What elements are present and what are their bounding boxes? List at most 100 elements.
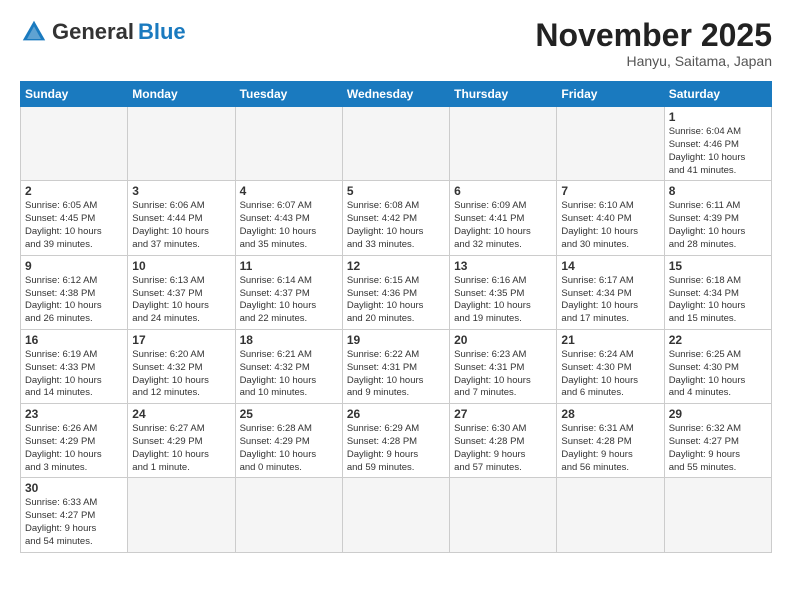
day-cell: 24 Sunrise: 6:27 AM Sunset: 4:29 PM Dayli…: [128, 404, 235, 478]
logo-icon: [20, 18, 48, 46]
week-row-4: 23 Sunrise: 6:26 AM Sunset: 4:29 PM Dayli…: [21, 404, 772, 478]
day-number: 5: [347, 184, 445, 198]
day-cell: [128, 478, 235, 552]
day-cell: 16 Sunrise: 6:19 AM Sunset: 4:33 PM Dayli…: [21, 329, 128, 403]
day-cell: [557, 478, 664, 552]
week-row-5: 30 Sunrise: 6:33 AM Sunset: 4:27 PM Dayli…: [21, 478, 772, 552]
day-cell: 28 Sunrise: 6:31 AM Sunset: 4:28 PM Dayli…: [557, 404, 664, 478]
day-info: Sunrise: 6:28 AM Sunset: 4:29 PM Dayligh…: [240, 423, 338, 474]
day-number: 2: [25, 184, 123, 198]
logo: GeneralBlue: [20, 18, 186, 46]
logo-text-general: General: [52, 19, 134, 45]
day-info: Sunrise: 6:31 AM Sunset: 4:28 PM Dayligh…: [561, 423, 659, 474]
day-info: Sunrise: 6:10 AM Sunset: 4:40 PM Dayligh…: [561, 200, 659, 251]
day-number: 4: [240, 184, 338, 198]
day-cell: 15Sunrise: 6:18 AM Sunset: 4:34 PM Dayli…: [664, 255, 771, 329]
day-info: Sunrise: 6:21 AM Sunset: 4:32 PM Dayligh…: [240, 349, 338, 400]
day-number: 13: [454, 259, 552, 273]
day-cell: 20 Sunrise: 6:23 AM Sunset: 4:31 PM Dayli…: [450, 329, 557, 403]
day-number: 8: [669, 184, 767, 198]
header-friday: Friday: [557, 82, 664, 107]
day-cell: [342, 107, 449, 181]
day-info: Sunrise: 6:29 AM Sunset: 4:28 PM Dayligh…: [347, 423, 445, 474]
header: GeneralBlue November 2025 Hanyu, Saitama…: [20, 18, 772, 69]
day-number: 25: [240, 407, 338, 421]
day-cell: 4 Sunrise: 6:07 AM Sunset: 4:43 PM Daylig…: [235, 181, 342, 255]
day-number: 18: [240, 333, 338, 347]
day-cell: 7Sunrise: 6:10 AM Sunset: 4:40 PM Daylig…: [557, 181, 664, 255]
day-number: 24: [132, 407, 230, 421]
day-cell: [235, 107, 342, 181]
day-number: 29: [669, 407, 767, 421]
day-number: 1: [669, 110, 767, 124]
week-row-2: 9Sunrise: 6:12 AM Sunset: 4:38 PM Daylig…: [21, 255, 772, 329]
day-number: 6: [454, 184, 552, 198]
day-info: Sunrise: 6:07 AM Sunset: 4:43 PM Dayligh…: [240, 200, 338, 251]
day-number: 28: [561, 407, 659, 421]
day-info: Sunrise: 6:09 AM Sunset: 4:41 PM Dayligh…: [454, 200, 552, 251]
day-info: Sunrise: 6:04 AM Sunset: 4:46 PM Dayligh…: [669, 126, 767, 177]
day-cell: 1 Sunrise: 6:04 AM Sunset: 4:46 PM Daylig…: [664, 107, 771, 181]
day-number: 20: [454, 333, 552, 347]
day-info: Sunrise: 6:19 AM Sunset: 4:33 PM Dayligh…: [25, 349, 123, 400]
day-number: 16: [25, 333, 123, 347]
day-number: 9: [25, 259, 123, 273]
day-cell: 11Sunrise: 6:14 AM Sunset: 4:37 PM Dayli…: [235, 255, 342, 329]
day-number: 19: [347, 333, 445, 347]
day-info: Sunrise: 6:33 AM Sunset: 4:27 PM Dayligh…: [25, 497, 123, 548]
day-number: 21: [561, 333, 659, 347]
day-cell: [557, 107, 664, 181]
day-number: 23: [25, 407, 123, 421]
day-number: 30: [25, 481, 123, 495]
week-row-0: 1 Sunrise: 6:04 AM Sunset: 4:46 PM Daylig…: [21, 107, 772, 181]
day-cell: 21 Sunrise: 6:24 AM Sunset: 4:30 PM Dayli…: [557, 329, 664, 403]
week-row-1: 2 Sunrise: 6:05 AM Sunset: 4:45 PM Daylig…: [21, 181, 772, 255]
day-cell: 6 Sunrise: 6:09 AM Sunset: 4:41 PM Daylig…: [450, 181, 557, 255]
day-info: Sunrise: 6:22 AM Sunset: 4:31 PM Dayligh…: [347, 349, 445, 400]
header-monday: Monday: [128, 82, 235, 107]
day-cell: 10Sunrise: 6:13 AM Sunset: 4:37 PM Dayli…: [128, 255, 235, 329]
logo-text-blue: Blue: [138, 19, 186, 45]
day-cell: 30 Sunrise: 6:33 AM Sunset: 4:27 PM Dayli…: [21, 478, 128, 552]
weekday-header-row: Sunday Monday Tuesday Wednesday Thursday…: [21, 82, 772, 107]
day-cell: [21, 107, 128, 181]
day-number: 3: [132, 184, 230, 198]
day-info: Sunrise: 6:30 AM Sunset: 4:28 PM Dayligh…: [454, 423, 552, 474]
day-number: 27: [454, 407, 552, 421]
day-info: Sunrise: 6:24 AM Sunset: 4:30 PM Dayligh…: [561, 349, 659, 400]
day-info: Sunrise: 6:26 AM Sunset: 4:29 PM Dayligh…: [25, 423, 123, 474]
logo-area: GeneralBlue: [20, 18, 186, 46]
location: Hanyu, Saitama, Japan: [535, 53, 772, 69]
day-cell: 5 Sunrise: 6:08 AM Sunset: 4:42 PM Daylig…: [342, 181, 449, 255]
day-cell: 22Sunrise: 6:25 AM Sunset: 4:30 PM Dayli…: [664, 329, 771, 403]
day-cell: [450, 107, 557, 181]
day-cell: 14Sunrise: 6:17 AM Sunset: 4:34 PM Dayli…: [557, 255, 664, 329]
month-title: November 2025: [535, 18, 772, 53]
day-info: Sunrise: 6:23 AM Sunset: 4:31 PM Dayligh…: [454, 349, 552, 400]
day-info: Sunrise: 6:16 AM Sunset: 4:35 PM Dayligh…: [454, 275, 552, 326]
day-info: Sunrise: 6:15 AM Sunset: 4:36 PM Dayligh…: [347, 275, 445, 326]
header-sunday: Sunday: [21, 82, 128, 107]
day-cell: 2 Sunrise: 6:05 AM Sunset: 4:45 PM Daylig…: [21, 181, 128, 255]
day-number: 11: [240, 259, 338, 273]
day-cell: 8 Sunrise: 6:11 AM Sunset: 4:39 PM Daylig…: [664, 181, 771, 255]
day-cell: 17Sunrise: 6:20 AM Sunset: 4:32 PM Dayli…: [128, 329, 235, 403]
day-info: Sunrise: 6:13 AM Sunset: 4:37 PM Dayligh…: [132, 275, 230, 326]
day-info: Sunrise: 6:27 AM Sunset: 4:29 PM Dayligh…: [132, 423, 230, 474]
day-cell: 18 Sunrise: 6:21 AM Sunset: 4:32 PM Dayli…: [235, 329, 342, 403]
day-info: Sunrise: 6:11 AM Sunset: 4:39 PM Dayligh…: [669, 200, 767, 251]
day-number: 14: [561, 259, 659, 273]
week-row-3: 16 Sunrise: 6:19 AM Sunset: 4:33 PM Dayli…: [21, 329, 772, 403]
day-number: 22: [669, 333, 767, 347]
header-wednesday: Wednesday: [342, 82, 449, 107]
header-tuesday: Tuesday: [235, 82, 342, 107]
calendar: Sunday Monday Tuesday Wednesday Thursday…: [20, 81, 772, 553]
day-cell: [664, 478, 771, 552]
day-cell: 23 Sunrise: 6:26 AM Sunset: 4:29 PM Dayli…: [21, 404, 128, 478]
day-info: Sunrise: 6:18 AM Sunset: 4:34 PM Dayligh…: [669, 275, 767, 326]
day-info: Sunrise: 6:05 AM Sunset: 4:45 PM Dayligh…: [25, 200, 123, 251]
day-info: Sunrise: 6:08 AM Sunset: 4:42 PM Dayligh…: [347, 200, 445, 251]
day-cell: [342, 478, 449, 552]
day-cell: 9Sunrise: 6:12 AM Sunset: 4:38 PM Daylig…: [21, 255, 128, 329]
day-cell: 13 Sunrise: 6:16 AM Sunset: 4:35 PM Dayli…: [450, 255, 557, 329]
